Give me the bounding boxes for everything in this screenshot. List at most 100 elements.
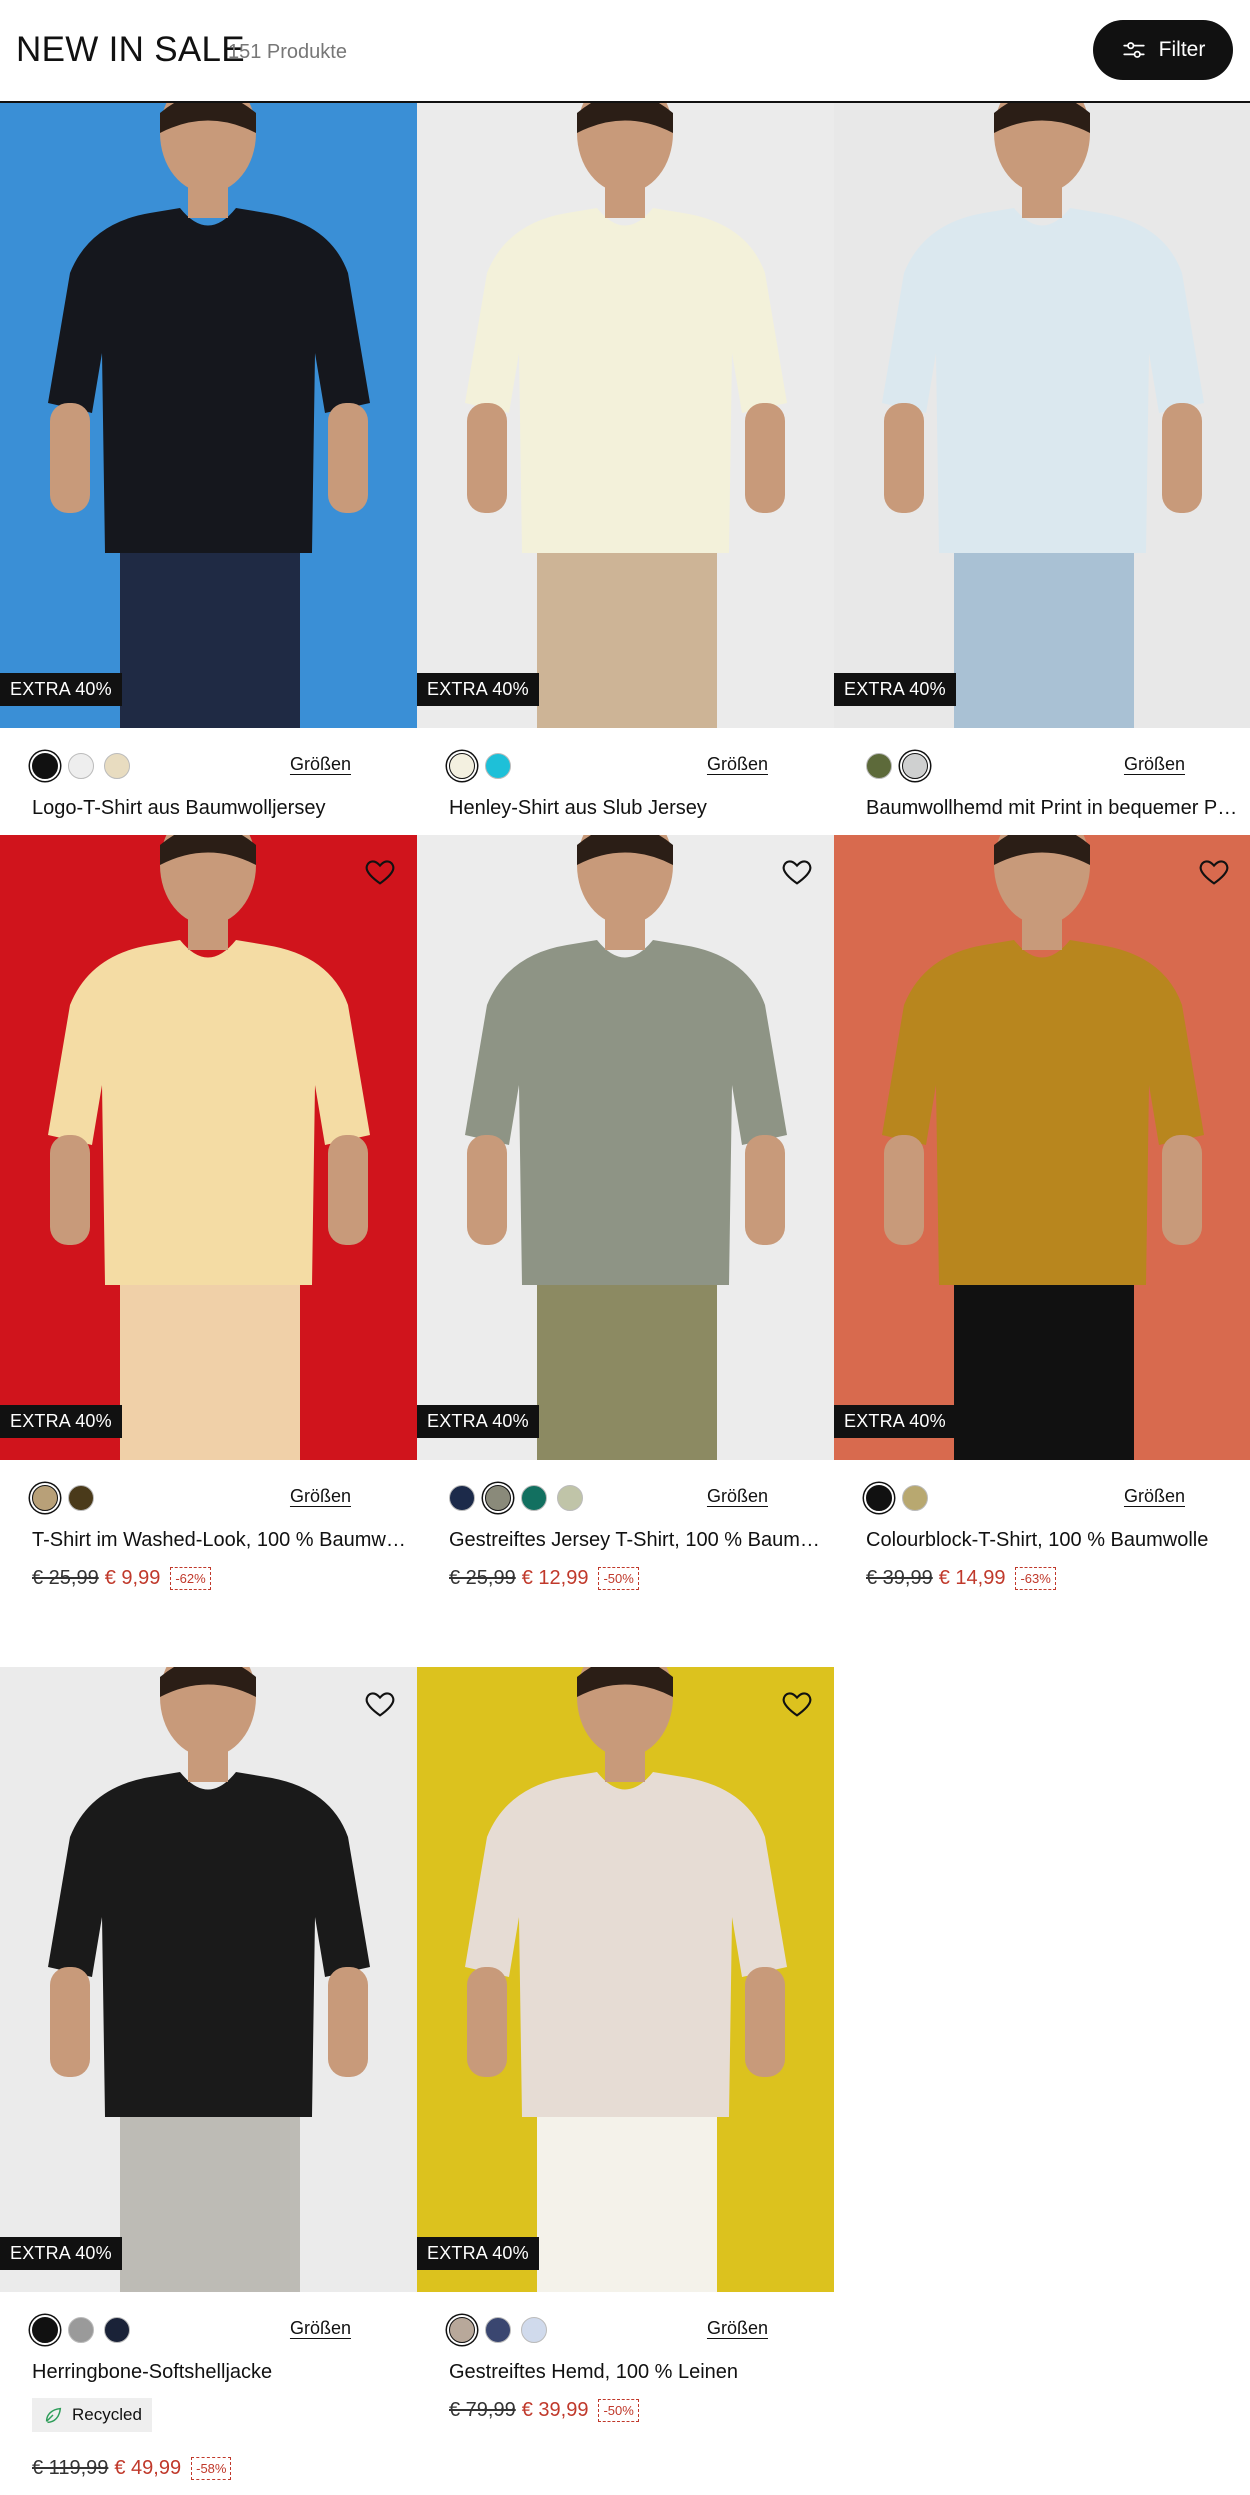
page-title: NEW IN SALE xyxy=(16,30,245,69)
color-swatch[interactable] xyxy=(866,753,892,779)
discount-badge: -63% xyxy=(1015,1567,1056,1590)
original-price: € 119,99 xyxy=(32,2457,109,2479)
discount-badge: -50% xyxy=(598,1567,639,1590)
color-swatch[interactable] xyxy=(32,1485,58,1511)
wishlist-heart-icon[interactable] xyxy=(1197,855,1231,889)
wishlist-heart-icon[interactable] xyxy=(780,1687,814,1721)
product-image[interactable]: EXTRA 40% xyxy=(417,1667,834,2292)
model-photo xyxy=(0,1667,417,2292)
promo-badge: EXTRA 40% xyxy=(0,1405,122,1438)
sale-price: € 14,99 xyxy=(938,1567,1006,1589)
model-photo xyxy=(0,835,417,1460)
price-row: € 79,99 € 39,99 -50% xyxy=(449,2399,639,2422)
sizes-link[interactable]: Größen xyxy=(1124,1486,1185,1507)
color-swatch[interactable] xyxy=(32,2317,58,2343)
sizes-link[interactable]: Größen xyxy=(290,754,351,775)
promo-badge: EXTRA 40% xyxy=(0,2237,122,2270)
sizes-link[interactable]: Größen xyxy=(707,1486,768,1507)
product-name[interactable]: T-Shirt im Washed-Look, 100 % Baumwolle xyxy=(32,1529,412,1552)
product-name[interactable]: Gestreiftes Hemd, 100 % Leinen xyxy=(449,2361,829,2384)
leaf-recycle-icon xyxy=(45,2407,62,2424)
color-swatch[interactable] xyxy=(521,2317,547,2343)
product-name[interactable]: Baumwollhemd mit Print in bequemer Passf… xyxy=(866,797,1246,820)
sale-price: € 12,99 xyxy=(521,1567,589,1589)
promo-badge: EXTRA 40% xyxy=(417,1405,539,1438)
product-name[interactable]: Logo-T-Shirt aus Baumwolljersey xyxy=(32,797,412,820)
sizes-link[interactable]: Größen xyxy=(290,2318,351,2339)
page-header: NEW IN SALE 151 Produkte Filter xyxy=(0,0,1250,103)
color-swatch[interactable] xyxy=(449,2317,475,2343)
promo-badge: EXTRA 40% xyxy=(417,673,539,706)
color-swatch[interactable] xyxy=(104,2317,130,2343)
color-swatches xyxy=(449,1485,583,1511)
color-swatch[interactable] xyxy=(485,1485,511,1511)
promo-badge: EXTRA 40% xyxy=(834,673,956,706)
color-swatch[interactable] xyxy=(449,1485,475,1511)
model-photo xyxy=(417,103,834,728)
product-count: 151 Produkte xyxy=(228,41,347,63)
sizes-link[interactable]: Größen xyxy=(707,2318,768,2339)
price-row: € 25,99 € 9,99 -62% xyxy=(32,1567,211,1590)
color-swatches xyxy=(449,2317,547,2343)
model-photo xyxy=(834,103,1250,728)
discount-badge: -62% xyxy=(170,1567,211,1590)
discount-badge: -50% xyxy=(598,2399,639,2422)
model-photo xyxy=(834,835,1250,1460)
color-swatches xyxy=(866,753,928,779)
color-swatch[interactable] xyxy=(104,753,130,779)
filter-button[interactable]: Filter xyxy=(1093,20,1233,80)
product-image[interactable]: EXTRA 40% xyxy=(0,103,417,728)
original-price: € 25,99 xyxy=(32,1567,99,1589)
recycled-tag: Recycled xyxy=(32,2398,152,2432)
product-name[interactable]: Henley-Shirt aus Slub Jersey xyxy=(449,797,829,820)
product-image[interactable]: EXTRA 40% xyxy=(417,103,834,728)
wishlist-heart-icon[interactable] xyxy=(780,855,814,889)
sale-price: € 49,99 xyxy=(114,2457,182,2479)
promo-badge: EXTRA 40% xyxy=(0,673,122,706)
color-swatch[interactable] xyxy=(557,1485,583,1511)
original-price: € 25,99 xyxy=(449,1567,516,1589)
model-photo xyxy=(417,835,834,1460)
product-image[interactable]: EXTRA 40% xyxy=(834,103,1250,728)
product-name[interactable]: Herringbone-Softshelljacke xyxy=(32,2361,412,2384)
model-photo xyxy=(417,1667,834,2292)
wishlist-heart-icon[interactable] xyxy=(363,855,397,889)
price-row: € 25,99 € 12,99 -50% xyxy=(449,1567,639,1590)
original-price: € 39,99 xyxy=(866,1567,933,1589)
promo-badge: EXTRA 40% xyxy=(417,2237,539,2270)
product-name[interactable]: Gestreiftes Jersey T-Shirt, 100 % Baumwo… xyxy=(449,1529,829,1552)
color-swatches xyxy=(866,1485,928,1511)
color-swatches xyxy=(32,2317,130,2343)
color-swatch[interactable] xyxy=(68,2317,94,2343)
model-photo xyxy=(0,103,417,728)
promo-badge: EXTRA 40% xyxy=(834,1405,956,1438)
product-image[interactable]: EXTRA 40% xyxy=(0,1667,417,2292)
product-image[interactable]: EXTRA 40% xyxy=(417,835,834,1460)
filter-sliders-icon xyxy=(1123,42,1145,58)
filter-label: Filter xyxy=(1158,38,1206,61)
color-swatch[interactable] xyxy=(902,753,928,779)
product-image[interactable]: EXTRA 40% xyxy=(0,835,417,1460)
sale-price: € 9,99 xyxy=(104,1567,161,1589)
sizes-link[interactable]: Größen xyxy=(1124,754,1185,775)
color-swatch[interactable] xyxy=(68,753,94,779)
color-swatch[interactable] xyxy=(521,1485,547,1511)
sale-price: € 39,99 xyxy=(521,2399,589,2421)
product-name[interactable]: Colourblock-T-Shirt, 100 % Baumwolle xyxy=(866,1529,1246,1552)
price-row: € 119,99 € 49,99 -58% xyxy=(32,2457,232,2480)
color-swatch[interactable] xyxy=(485,753,511,779)
color-swatch[interactable] xyxy=(902,1485,928,1511)
product-image[interactable]: EXTRA 40% xyxy=(834,835,1250,1460)
color-swatches xyxy=(449,753,511,779)
price-row: € 39,99 € 14,99 -63% xyxy=(866,1567,1056,1590)
color-swatch[interactable] xyxy=(32,753,58,779)
color-swatch[interactable] xyxy=(68,1485,94,1511)
discount-badge: -58% xyxy=(191,2457,232,2480)
wishlist-heart-icon[interactable] xyxy=(363,1687,397,1721)
sizes-link[interactable]: Größen xyxy=(707,754,768,775)
sizes-link[interactable]: Größen xyxy=(290,1486,351,1507)
color-swatch[interactable] xyxy=(449,753,475,779)
color-swatch[interactable] xyxy=(485,2317,511,2343)
original-price: € 79,99 xyxy=(449,2399,516,2421)
color-swatch[interactable] xyxy=(866,1485,892,1511)
